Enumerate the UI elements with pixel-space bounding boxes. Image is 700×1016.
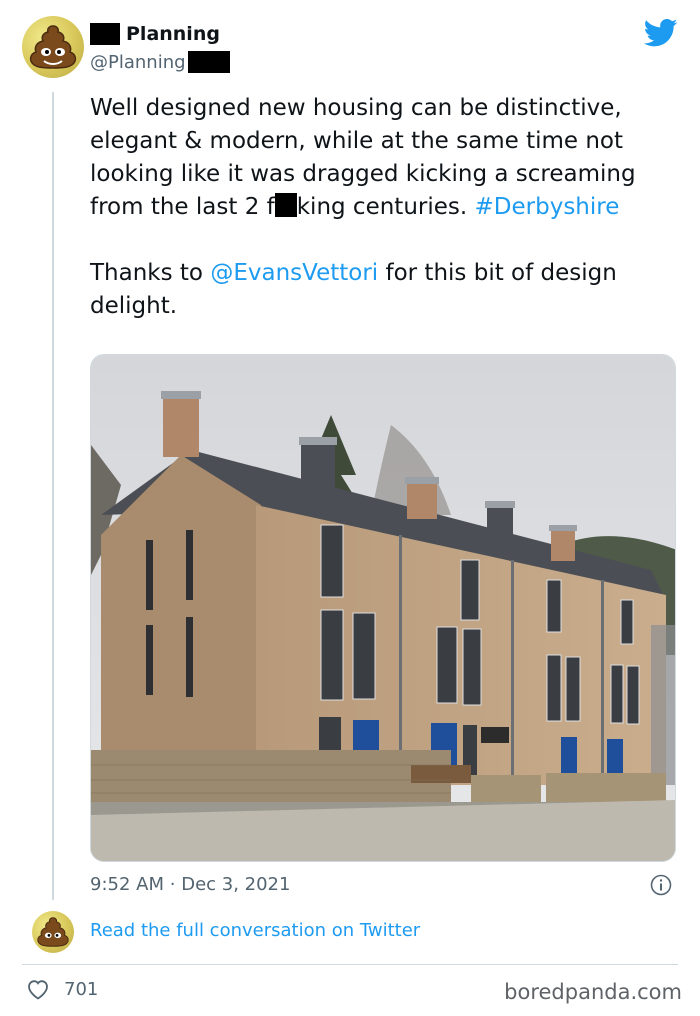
hashtag-link[interactable]: #Derbyshire — [475, 194, 620, 220]
redaction-block — [90, 23, 120, 45]
display-name-text: Planning — [126, 23, 220, 45]
paragraph-2-text: Thanks to — [90, 260, 204, 286]
tweet-paragraph-2: Thanks to @EvansVettori for this bit of … — [90, 257, 680, 323]
tweet-text: Well designed new housing can be distinc… — [90, 92, 680, 323]
watermark: boredpanda.com — [504, 980, 682, 1004]
poop-emoji-icon — [37, 917, 69, 947]
redaction-block — [187, 51, 230, 73]
like-count: 701 — [64, 978, 99, 1000]
paragraph-1-continued: king centuries. — [296, 194, 468, 220]
like-button[interactable]: 701 — [26, 978, 98, 1000]
poop-emoji-icon — [29, 25, 77, 69]
mention-link[interactable]: @EvansVettori — [210, 260, 378, 286]
read-conversation-link[interactable]: Read the full conversation on Twitter — [90, 920, 420, 941]
housing-photo — [91, 355, 675, 861]
tweet-header: Planning @Planning — [22, 16, 678, 78]
tweet-timestamp[interactable]: 9:52 AM · Dec 3, 2021 — [90, 874, 290, 895]
time-text: 9:52 AM — [90, 874, 164, 895]
divider — [22, 964, 678, 965]
meta-separator: · — [169, 874, 176, 895]
tweet-paragraph-1: Well designed new housing can be distinc… — [90, 92, 680, 224]
author-display-name[interactable]: Planning — [90, 22, 230, 46]
tweet-photo[interactable] — [90, 354, 676, 862]
thread-line — [52, 92, 54, 900]
conversation-avatar[interactable] — [32, 911, 74, 953]
twitter-bird-icon[interactable] — [644, 18, 678, 48]
info-icon[interactable] — [650, 874, 672, 896]
redaction-block — [274, 193, 297, 217]
author-avatar[interactable] — [22, 16, 84, 78]
date-text: Dec 3, 2021 — [181, 874, 291, 895]
handle-text: @Planning — [90, 51, 186, 73]
heart-icon — [28, 980, 48, 1000]
author-handle[interactable]: @Planning — [90, 50, 230, 74]
